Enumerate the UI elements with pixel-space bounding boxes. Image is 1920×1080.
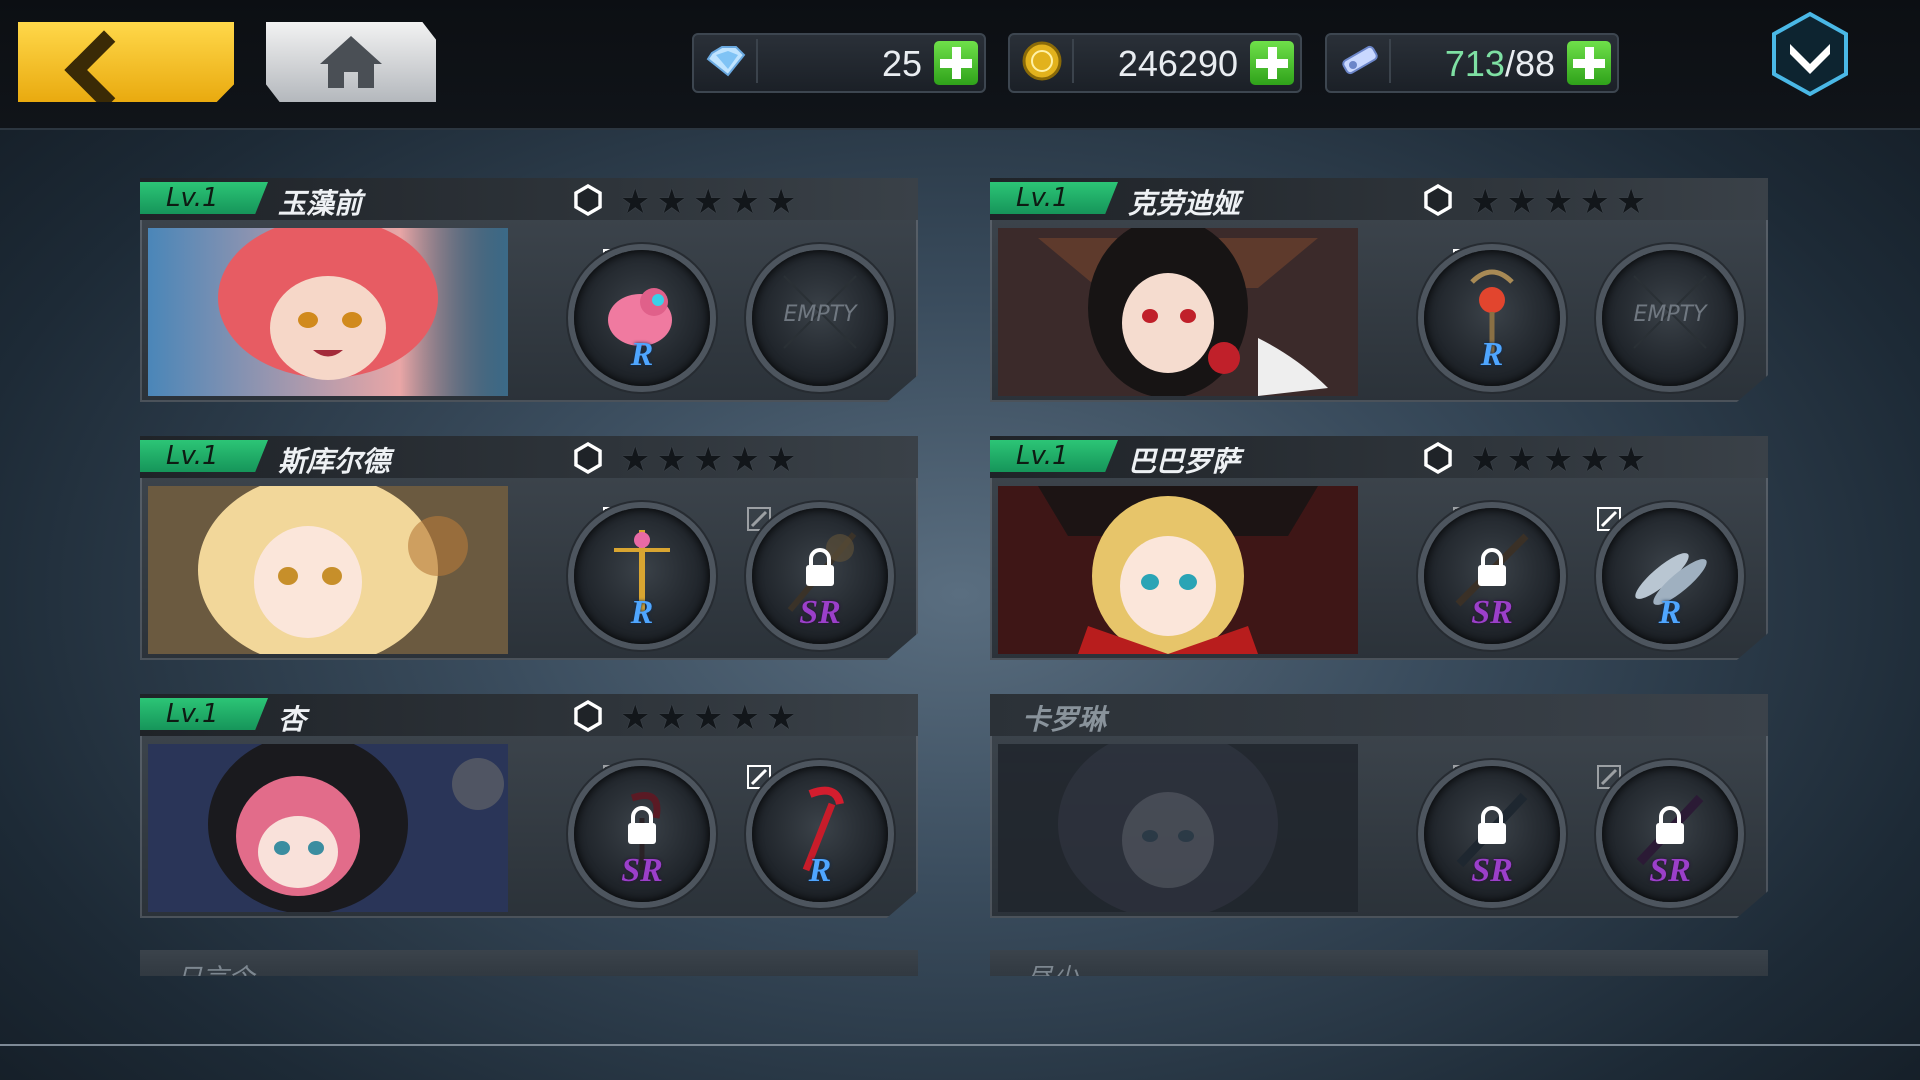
rarity-label: SR [1471,852,1513,889]
edit-slot-icon[interactable] [1596,764,1622,790]
character-name: 玉藻前 [278,187,363,220]
character-name: 杏 [278,703,307,736]
rarity-label: R [630,594,654,631]
stamina-value: 713/88 [1444,43,1555,84]
character-name: 日言令 [176,964,255,994]
character-name: 卡罗琳 [1022,703,1107,736]
equipment-slot-2[interactable]: R [752,766,888,902]
character-card-partial[interactable]: 昼少 [990,950,1768,976]
gold-count: 246290 [1117,43,1238,84]
lock-icon [1478,806,1506,844]
edit-slot-icon[interactable] [746,764,772,790]
level-badge: Lv.1 [990,182,1118,214]
bottom-divider [0,1044,1920,1046]
equipment-slot-1[interactable]: R [574,250,710,386]
character-card[interactable]: Lv.1 斯库尔德 ★★★★★ R SR [140,436,918,660]
character-name: 斯库尔德 [278,445,391,478]
star-rating: ★★★★★ [620,440,803,480]
rarity-label: R [630,336,654,373]
star-rating: ★★★★★ [1470,182,1653,222]
menu-dropdown-button[interactable] [1768,10,1852,98]
character-portrait [148,228,508,396]
character-portrait [148,744,508,912]
lock-icon [1656,806,1684,844]
edit-slot-icon[interactable] [746,506,772,532]
gold-counter: 246290 [1008,33,1302,93]
add-gold-button[interactable] [1250,41,1294,85]
equipment-slot-2[interactable]: SR [752,508,888,644]
rarity-label: R [1480,336,1504,373]
character-name: 克劳迪娅 [1128,187,1241,220]
equipment-slot-2[interactable]: SR [1602,766,1738,902]
stamina-ticket-icon [1331,39,1391,83]
level-badge: Lv.1 [990,440,1118,472]
character-card-partial[interactable]: 日言令 [140,950,918,976]
star-rating: ★★★★★ [620,182,803,222]
top-bar: 25 246290 713/88 [0,0,1920,130]
empty-slot-label: EMPTY [783,302,857,327]
chevron-down-icon [1772,11,1848,97]
character-card[interactable]: Lv.1 玉藻前 ★★★★★ R EMPTY [140,178,918,402]
home-button[interactable] [266,22,436,102]
lock-icon [806,548,834,586]
add-gems-button[interactable] [934,41,978,85]
character-name: 昼少 [1026,964,1079,994]
rarity-label: SR [1471,594,1513,631]
empty-slot-label: EMPTY [1633,302,1707,327]
level-badge: Lv.1 [140,182,268,214]
stamina-counter: 713/88 [1325,33,1619,93]
character-portrait [998,486,1358,654]
star-rating: ★★★★★ [620,698,803,738]
character-portrait [148,486,508,654]
equipment-slot-1[interactable]: R [574,508,710,644]
character-portrait [998,228,1358,396]
equipment-slot-1[interactable]: R [1424,250,1560,386]
rarity-label: SR [799,594,841,631]
character-card[interactable]: Lv.1 克劳迪娅 ★★★★★ R EMPTY [990,178,1768,402]
character-card[interactable]: Lv.1 巴巴罗萨 ★★★★★ SR R [990,436,1768,660]
rarity-label: SR [621,852,663,889]
character-portrait [998,744,1358,912]
edit-slot-icon[interactable] [1596,506,1622,532]
home-icon [320,36,382,88]
equipment-slot-1[interactable]: SR [1424,508,1560,644]
gem-icon [698,39,758,83]
character-card[interactable]: Lv.1 杏 ★★★★★ SR R [140,694,918,918]
equipment-slot-2[interactable]: EMPTY [752,250,888,386]
equipment-slot-2[interactable]: R [1602,508,1738,644]
equipment-slot-1[interactable]: SR [574,766,710,902]
lock-icon [1478,548,1506,586]
card-header [990,694,1768,736]
back-arrow-icon [64,30,144,102]
level-badge: Lv.1 [140,440,268,472]
add-stamina-button[interactable] [1567,41,1611,85]
equipment-slot-1[interactable]: SR [1424,766,1560,902]
rarity-label: R [808,852,832,889]
gold-coin-icon [1014,39,1074,83]
gem-count: 25 [881,43,922,84]
level-badge: Lv.1 [140,698,268,730]
rarity-label: SR [1649,852,1691,889]
rarity-label: R [1658,594,1682,631]
lock-icon [628,806,656,844]
gem-counter: 25 [692,33,986,93]
star-rating: ★★★★★ [1470,440,1653,480]
back-button[interactable] [18,22,234,102]
locked-character-card[interactable]: 卡罗琳 SR SR [990,694,1768,918]
equipment-slot-2[interactable]: EMPTY [1602,250,1738,386]
character-name: 巴巴罗萨 [1128,445,1241,478]
